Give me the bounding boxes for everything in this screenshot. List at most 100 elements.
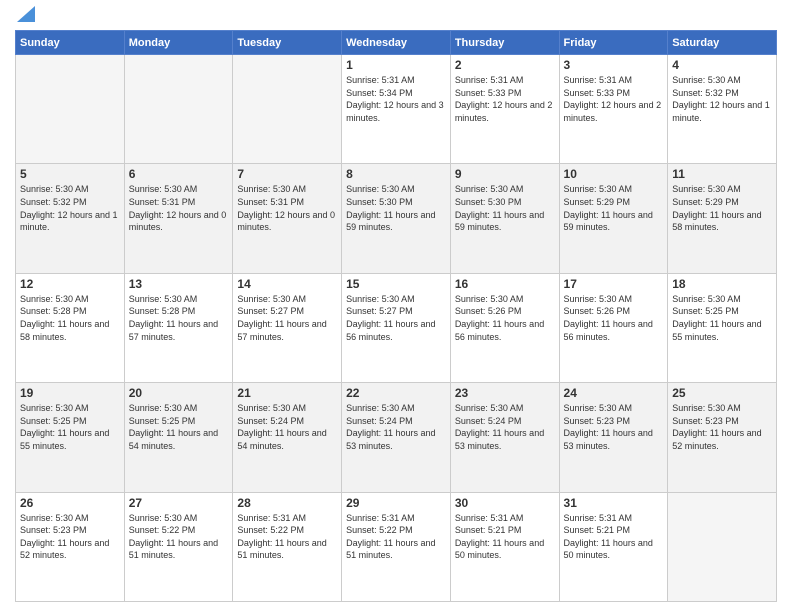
day-info: Sunrise: 5:30 AM Sunset: 5:29 PM Dayligh… [672,183,772,233]
day-cell: 8 Sunrise: 5:30 AM Sunset: 5:30 PM Daylig… [342,164,451,273]
day-number: 7 [237,167,337,181]
day-info: Sunrise: 5:31 AM Sunset: 5:22 PM Dayligh… [237,512,337,562]
day-cell: 10Sunrise: 5:30 AM Sunset: 5:29 PM Dayli… [559,164,668,273]
page: SundayMondayTuesdayWednesdayThursdayFrid… [0,0,792,612]
day-cell [233,55,342,164]
day-number: 1 [346,58,446,72]
day-number: 23 [455,386,555,400]
col-header-friday: Friday [559,31,668,55]
day-cell: 2 Sunrise: 5:31 AM Sunset: 5:33 PM Daylig… [450,55,559,164]
day-number: 25 [672,386,772,400]
day-number: 11 [672,167,772,181]
col-header-monday: Monday [124,31,233,55]
day-cell: 21Sunrise: 5:30 AM Sunset: 5:24 PM Dayli… [233,383,342,492]
day-cell: 1 Sunrise: 5:31 AM Sunset: 5:34 PM Daylig… [342,55,451,164]
day-cell: 4 Sunrise: 5:30 AM Sunset: 5:32 PM Daylig… [668,55,777,164]
day-info: Sunrise: 5:30 AM Sunset: 5:27 PM Dayligh… [237,293,337,343]
day-number: 16 [455,277,555,291]
day-number: 29 [346,496,446,510]
day-number: 4 [672,58,772,72]
day-cell: 29Sunrise: 5:31 AM Sunset: 5:22 PM Dayli… [342,492,451,601]
day-info: Sunrise: 5:30 AM Sunset: 5:32 PM Dayligh… [672,74,772,124]
day-number: 31 [564,496,664,510]
week-row-1: 1 Sunrise: 5:31 AM Sunset: 5:34 PM Daylig… [16,55,777,164]
day-info: Sunrise: 5:30 AM Sunset: 5:27 PM Dayligh… [346,293,446,343]
day-info: Sunrise: 5:30 AM Sunset: 5:24 PM Dayligh… [455,402,555,452]
day-cell: 16 Sunrise: 5:30 AM Sunset: 5:26 PM Dayli… [450,273,559,382]
day-number: 27 [129,496,229,510]
day-cell: 6 Sunrise: 5:30 AM Sunset: 5:31 PM Daylig… [124,164,233,273]
day-cell: 15 Sunrise: 5:30 AM Sunset: 5:27 PM Dayli… [342,273,451,382]
day-cell [16,55,125,164]
day-number: 14 [237,277,337,291]
day-cell: 20Sunrise: 5:30 AM Sunset: 5:25 PM Dayli… [124,383,233,492]
day-number: 8 [346,167,446,181]
day-cell: 18 Sunrise: 5:30 AM Sunset: 5:25 PM Dayli… [668,273,777,382]
day-number: 13 [129,277,229,291]
day-number: 15 [346,277,446,291]
day-cell [668,492,777,601]
day-cell: 25 Sunrise: 5:30 AM Sunset: 5:23 PM Dayli… [668,383,777,492]
day-info: Sunrise: 5:30 AM Sunset: 5:31 PM Dayligh… [129,183,229,233]
day-cell: 14 Sunrise: 5:30 AM Sunset: 5:27 PM Dayli… [233,273,342,382]
day-info: Sunrise: 5:31 AM Sunset: 5:33 PM Dayligh… [455,74,555,124]
day-cell: 30 Sunrise: 5:31 AM Sunset: 5:21 PM Dayli… [450,492,559,601]
day-number: 28 [237,496,337,510]
day-info: Sunrise: 5:30 AM Sunset: 5:26 PM Dayligh… [564,293,664,343]
day-cell: 11 Sunrise: 5:30 AM Sunset: 5:29 PM Dayli… [668,164,777,273]
day-info: Sunrise: 5:31 AM Sunset: 5:33 PM Dayligh… [564,74,664,124]
day-info: Sunrise: 5:30 AM Sunset: 5:26 PM Dayligh… [455,293,555,343]
col-header-thursday: Thursday [450,31,559,55]
day-info: Sunrise: 5:30 AM Sunset: 5:22 PM Dayligh… [129,512,229,562]
col-header-saturday: Saturday [668,31,777,55]
day-cell: 5 Sunrise: 5:30 AM Sunset: 5:32 PM Daylig… [16,164,125,273]
day-info: Sunrise: 5:30 AM Sunset: 5:28 PM Dayligh… [129,293,229,343]
day-info: Sunrise: 5:31 AM Sunset: 5:21 PM Dayligh… [455,512,555,562]
day-info: Sunrise: 5:30 AM Sunset: 5:30 PM Dayligh… [346,183,446,233]
day-cell: 12Sunrise: 5:30 AM Sunset: 5:28 PM Dayli… [16,273,125,382]
col-header-wednesday: Wednesday [342,31,451,55]
calendar-table: SundayMondayTuesdayWednesdayThursdayFrid… [15,30,777,602]
day-info: Sunrise: 5:30 AM Sunset: 5:23 PM Dayligh… [564,402,664,452]
week-row-4: 19Sunrise: 5:30 AM Sunset: 5:25 PM Dayli… [16,383,777,492]
day-cell: 22Sunrise: 5:30 AM Sunset: 5:24 PM Dayli… [342,383,451,492]
day-info: Sunrise: 5:30 AM Sunset: 5:23 PM Dayligh… [20,512,120,562]
day-cell: 26Sunrise: 5:30 AM Sunset: 5:23 PM Dayli… [16,492,125,601]
day-cell [124,55,233,164]
day-number: 12 [20,277,120,291]
day-cell: 9 Sunrise: 5:30 AM Sunset: 5:30 PM Daylig… [450,164,559,273]
logo-icon [17,6,35,22]
day-number: 24 [564,386,664,400]
day-info: Sunrise: 5:30 AM Sunset: 5:25 PM Dayligh… [129,402,229,452]
day-cell: 17Sunrise: 5:30 AM Sunset: 5:26 PM Dayli… [559,273,668,382]
day-info: Sunrise: 5:30 AM Sunset: 5:25 PM Dayligh… [672,293,772,343]
day-number: 3 [564,58,664,72]
day-number: 5 [20,167,120,181]
day-info: Sunrise: 5:30 AM Sunset: 5:32 PM Dayligh… [20,183,120,233]
day-cell: 3 Sunrise: 5:31 AM Sunset: 5:33 PM Daylig… [559,55,668,164]
day-cell: 27 Sunrise: 5:30 AM Sunset: 5:22 PM Dayli… [124,492,233,601]
day-cell: 19Sunrise: 5:30 AM Sunset: 5:25 PM Dayli… [16,383,125,492]
day-number: 2 [455,58,555,72]
day-number: 30 [455,496,555,510]
col-header-sunday: Sunday [16,31,125,55]
day-number: 9 [455,167,555,181]
day-info: Sunrise: 5:30 AM Sunset: 5:31 PM Dayligh… [237,183,337,233]
day-info: Sunrise: 5:30 AM Sunset: 5:25 PM Dayligh… [20,402,120,452]
day-number: 6 [129,167,229,181]
day-info: Sunrise: 5:31 AM Sunset: 5:34 PM Dayligh… [346,74,446,124]
day-info: Sunrise: 5:30 AM Sunset: 5:30 PM Dayligh… [455,183,555,233]
day-cell: 28 Sunrise: 5:31 AM Sunset: 5:22 PM Dayli… [233,492,342,601]
day-info: Sunrise: 5:30 AM Sunset: 5:29 PM Dayligh… [564,183,664,233]
header [15,10,777,22]
week-row-5: 26Sunrise: 5:30 AM Sunset: 5:23 PM Dayli… [16,492,777,601]
day-cell: 13 Sunrise: 5:30 AM Sunset: 5:28 PM Dayli… [124,273,233,382]
week-row-2: 5 Sunrise: 5:30 AM Sunset: 5:32 PM Daylig… [16,164,777,273]
day-cell: 7 Sunrise: 5:30 AM Sunset: 5:31 PM Daylig… [233,164,342,273]
day-cell: 24 Sunrise: 5:30 AM Sunset: 5:23 PM Dayli… [559,383,668,492]
day-number: 21 [237,386,337,400]
day-number: 18 [672,277,772,291]
day-info: Sunrise: 5:30 AM Sunset: 5:23 PM Dayligh… [672,402,772,452]
day-cell: 23 Sunrise: 5:30 AM Sunset: 5:24 PM Dayli… [450,383,559,492]
day-info: Sunrise: 5:30 AM Sunset: 5:24 PM Dayligh… [346,402,446,452]
